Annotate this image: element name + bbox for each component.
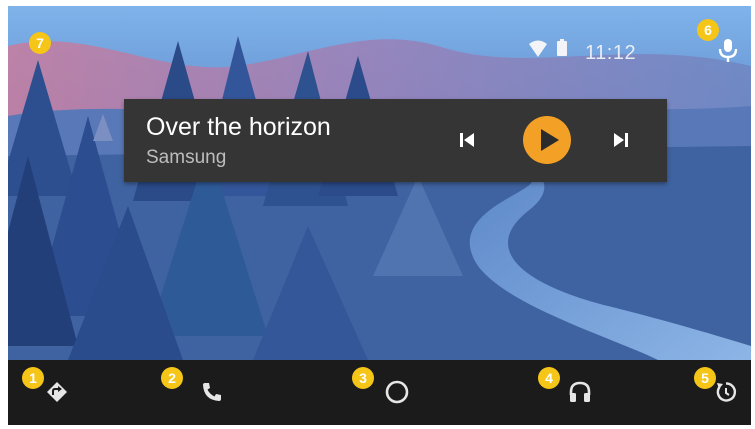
skip-next-icon[interactable] <box>610 129 632 151</box>
media-card[interactable]: Over the horizon Samsung <box>124 99 667 182</box>
callout-badge-5: 5 <box>694 367 716 389</box>
nav-phone-button[interactable] <box>194 374 230 410</box>
status-clock: 11:12 <box>585 42 637 64</box>
wallpaper <box>8 6 751 360</box>
bottom-nav-bar <box>8 360 751 425</box>
track-title: Over the horizon <box>146 113 331 141</box>
mic-icon[interactable] <box>716 37 740 63</box>
callout-badge-4: 4 <box>538 367 560 389</box>
play-icon <box>541 129 559 151</box>
battery-icon <box>557 39 567 56</box>
nav-navigation-button[interactable] <box>39 374 75 410</box>
callout-badge-7: 7 <box>29 32 51 54</box>
exit-icon <box>716 382 737 402</box>
skip-previous-icon[interactable] <box>456 129 478 151</box>
android-auto-screen: 11:12 Over the horizon Samsung <box>8 6 751 425</box>
play-button[interactable] <box>523 116 571 164</box>
headphones-icon <box>569 381 591 402</box>
nav-music-button[interactable] <box>562 374 598 410</box>
home-circle-icon <box>385 380 409 404</box>
nav-home-button[interactable] <box>379 374 415 410</box>
navigation-icon <box>47 382 67 402</box>
callout-badge-6: 6 <box>697 19 719 41</box>
wifi-icon <box>529 40 547 57</box>
callout-badge-3: 3 <box>352 367 374 389</box>
callout-badge-2: 2 <box>161 367 183 389</box>
callout-badge-1: 1 <box>22 367 44 389</box>
phone-icon <box>203 383 221 401</box>
track-artist: Samsung <box>146 147 227 168</box>
